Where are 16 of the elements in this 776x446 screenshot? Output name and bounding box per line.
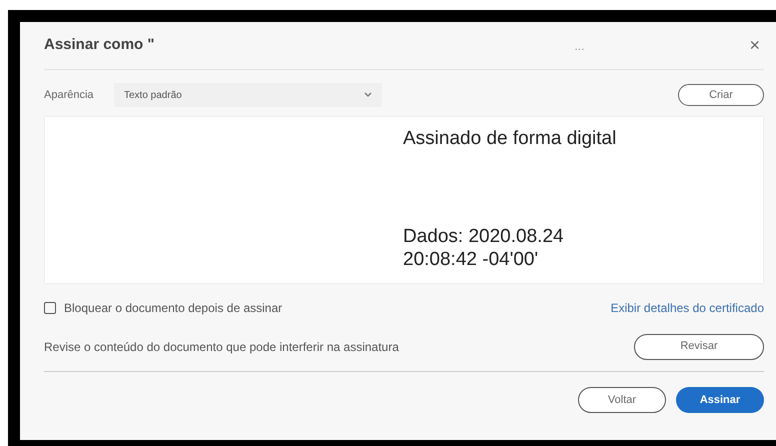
appearance-label: Aparência [44,88,95,103]
review-button[interactable]: Revisar [634,334,764,360]
signature-date: Dados: 2020.08.24 [403,225,565,248]
close-button[interactable]: × [749,32,760,59]
signature-time: 20:08:42 -04'00' [403,248,540,271]
appearance-dropdown[interactable]: Texto padrão [114,83,382,107]
signature-text: Assinado de forma digital [403,127,618,151]
create-button[interactable]: Criar [678,84,764,106]
sign-button[interactable]: Assinar [676,387,764,413]
certificate-link[interactable]: Exibir detalhes do certificado [610,299,764,317]
dialog-title: Assinar como " [44,35,156,56]
back-button[interactable]: Voltar [578,387,666,413]
lock-checkbox[interactable] [44,302,56,314]
chevron-down-icon [364,92,372,98]
lock-label: Bloquear o documento depois de assinar [64,300,284,317]
review-text: Revise o conteúdo do documento que pode interferir na assinatura [44,338,400,356]
